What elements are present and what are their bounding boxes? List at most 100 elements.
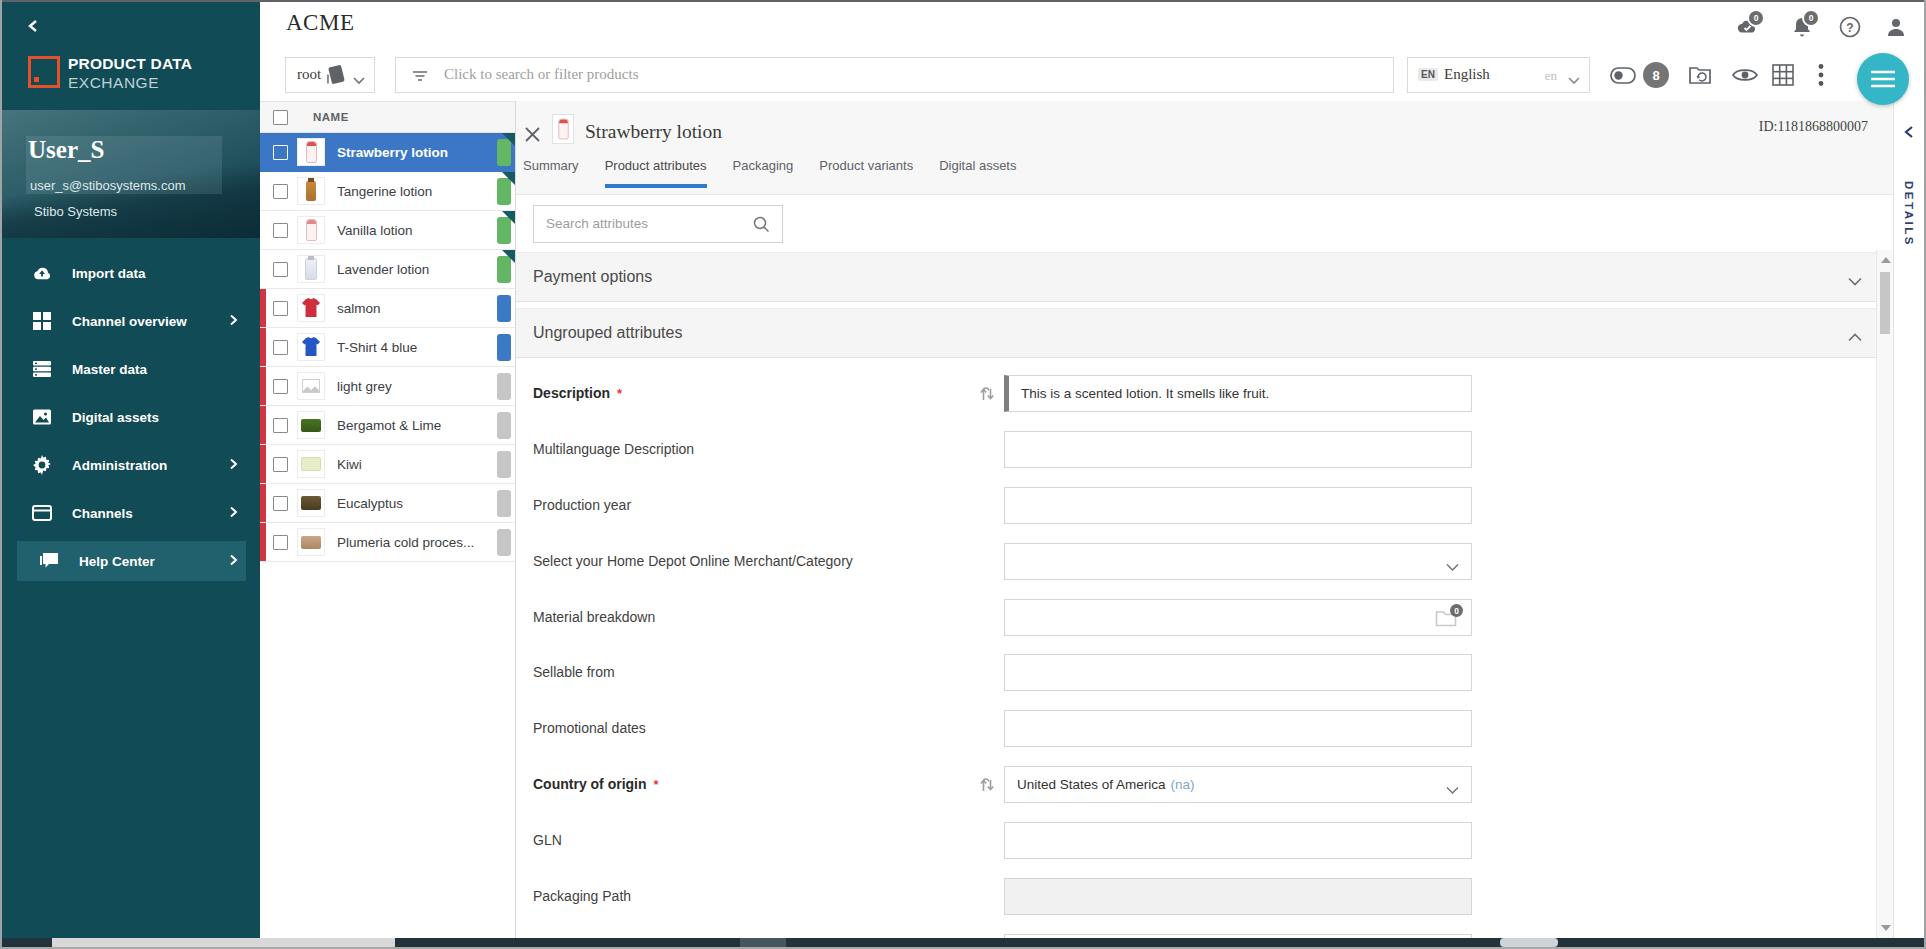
tab-product-variants[interactable]: Product variants [819, 158, 913, 184]
form-scrollbar[interactable] [1876, 250, 1893, 938]
product-row[interactable]: T-Shirt 4 blue [260, 328, 515, 367]
product-row[interactable]: Plumeria cold proces... [260, 523, 515, 562]
section-label: Ungrouped attributes [533, 324, 682, 342]
sidebar-item-administration[interactable]: Administration [2, 441, 260, 489]
product-search-input[interactable]: Click to search or filter products [395, 57, 1394, 93]
attribute-search-input[interactable]: Search attributes [533, 205, 783, 243]
scrollbar-thumb[interactable] [52, 938, 395, 947]
folder-sync-icon[interactable] [1688, 63, 1714, 91]
attribute-label: Country of origin* [533, 776, 659, 792]
details-side-panel[interactable]: DETAILS [1893, 101, 1924, 938]
attribute-input[interactable] [1004, 431, 1472, 468]
detail-tabs: Summary Product attributes Packaging Produc… [523, 158, 1016, 195]
attribute-select[interactable]: United States of America(na) [1004, 766, 1472, 803]
chevron-up-icon [1848, 328, 1862, 346]
product-thumbnail [297, 411, 325, 439]
sync-attribute-icon[interactable] [978, 385, 996, 403]
attribute-search-placeholder: Search attributes [546, 216, 648, 231]
scroll-down-arrow[interactable] [1881, 925, 1891, 931]
product-row[interactable]: light grey [260, 367, 515, 406]
brand-name-line1: PRODUCT DATA [68, 55, 192, 73]
attribute-label: GLN [533, 832, 562, 848]
attribute-input[interactable] [1004, 710, 1472, 747]
scrollbar-thumb[interactable] [1880, 272, 1890, 334]
product-row[interactable]: salmon [260, 289, 515, 328]
tab-summary[interactable]: Summary [523, 158, 579, 184]
attribute-input[interactable] [1004, 878, 1472, 915]
close-detail-icon[interactable] [524, 126, 541, 143]
toggle-view-icon[interactable] [1610, 67, 1636, 88]
row-checkbox[interactable] [273, 535, 288, 550]
tab-product-attributes[interactable]: Product attributes [605, 158, 707, 188]
product-thumbnail [297, 216, 325, 244]
product-id: ID:1181868800007 [1759, 119, 1868, 135]
sidebar-item-channel-overview[interactable]: Channel overview [2, 297, 260, 345]
sync-status-icon[interactable]: 0 [1735, 15, 1759, 43]
tab-packaging[interactable]: Packaging [733, 158, 794, 184]
preview-eye-icon[interactable] [1732, 66, 1758, 88]
product-name: Strawberry lotion [337, 145, 448, 160]
row-checkbox[interactable] [273, 340, 288, 355]
attribute-value: United States of America(na) [1017, 777, 1195, 792]
product-row[interactable]: Kiwi [260, 445, 515, 484]
attribute-input[interactable]: This is a scented lotion. It smells like… [1004, 375, 1472, 412]
attribute-input[interactable] [1004, 654, 1472, 691]
expand-details-icon[interactable] [1903, 125, 1915, 143]
product-thumbnail [297, 333, 325, 361]
attribute-select[interactable] [1004, 543, 1472, 580]
section-payment-options[interactable]: Payment options [516, 252, 1876, 302]
product-row[interactable]: Eucalyptus [260, 484, 515, 523]
attribute-input[interactable] [1004, 822, 1472, 859]
main-menu-button[interactable] [1857, 53, 1909, 105]
sidebar-item-label: Administration [72, 458, 167, 473]
row-checkbox[interactable] [273, 379, 288, 394]
corner-marker [502, 250, 515, 263]
sidebar-item-help-center[interactable]: Help Center [2, 537, 260, 585]
help-icon[interactable]: ? [1838, 15, 1862, 43]
sidebar-item-label: Channels [72, 506, 133, 521]
tab-digital-assets[interactable]: Digital assets [939, 158, 1016, 184]
sidebar-collapse-icon[interactable] [26, 18, 40, 38]
user-profile-icon[interactable] [1884, 15, 1908, 43]
section-ungrouped-attributes[interactable]: Ungrouped attributes [516, 308, 1876, 358]
sidebar-item-import-data[interactable]: Import data [2, 249, 260, 297]
row-checkbox[interactable] [273, 145, 288, 160]
sidebar-item-channels[interactable]: Channels [2, 489, 260, 537]
row-checkbox[interactable] [273, 418, 288, 433]
status-chip-grey [497, 373, 511, 400]
flag-indicator [260, 328, 266, 366]
status-chip-blue [497, 334, 511, 361]
product-row[interactable]: Bergamot & Lime [260, 406, 515, 445]
row-checkbox[interactable] [273, 262, 288, 277]
attribute-label: Select your Home Depot Online Merchant/C… [533, 553, 853, 569]
row-checkbox[interactable] [273, 496, 288, 511]
notifications-badge: 0 [1802, 9, 1820, 27]
sidebar-item-master-data[interactable]: Master data [2, 345, 260, 393]
row-checkbox[interactable] [273, 301, 288, 316]
attribute-label: Multilanguage Description [533, 441, 694, 457]
sync-attribute-icon[interactable] [978, 776, 996, 794]
product-row[interactable]: Vanilla lotion [260, 211, 515, 250]
selected-count-badge[interactable]: 8 [1643, 62, 1669, 88]
sidebar-item-digital-assets[interactable]: Digital assets [2, 393, 260, 441]
hierarchy-selector[interactable]: root [285, 57, 375, 93]
product-row[interactable]: Strawberry lotion [260, 133, 515, 172]
select-all-checkbox[interactable] [273, 110, 288, 125]
attribute-input[interactable] [1004, 487, 1472, 524]
notifications-icon[interactable]: 0 [1790, 15, 1814, 43]
row-checkbox[interactable] [273, 457, 288, 472]
horizontal-scrollbar[interactable] [2, 938, 1924, 947]
table-view-icon[interactable] [1772, 64, 1794, 90]
chevron-right-icon [229, 456, 238, 474]
more-options-icon[interactable] [1818, 63, 1824, 91]
row-checkbox[interactable] [273, 223, 288, 238]
scroll-up-arrow[interactable] [1881, 257, 1891, 263]
product-name: salmon [337, 301, 381, 316]
product-row[interactable]: Lavender lotion [260, 250, 515, 289]
flag-indicator [260, 523, 266, 561]
folder-icon[interactable]: 0 [1435, 609, 1457, 627]
row-checkbox[interactable] [273, 184, 288, 199]
language-selector[interactable]: EN English en [1407, 57, 1590, 93]
product-row[interactable]: Tangerine lotion [260, 172, 515, 211]
attribute-input[interactable]: 0 [1004, 599, 1472, 636]
